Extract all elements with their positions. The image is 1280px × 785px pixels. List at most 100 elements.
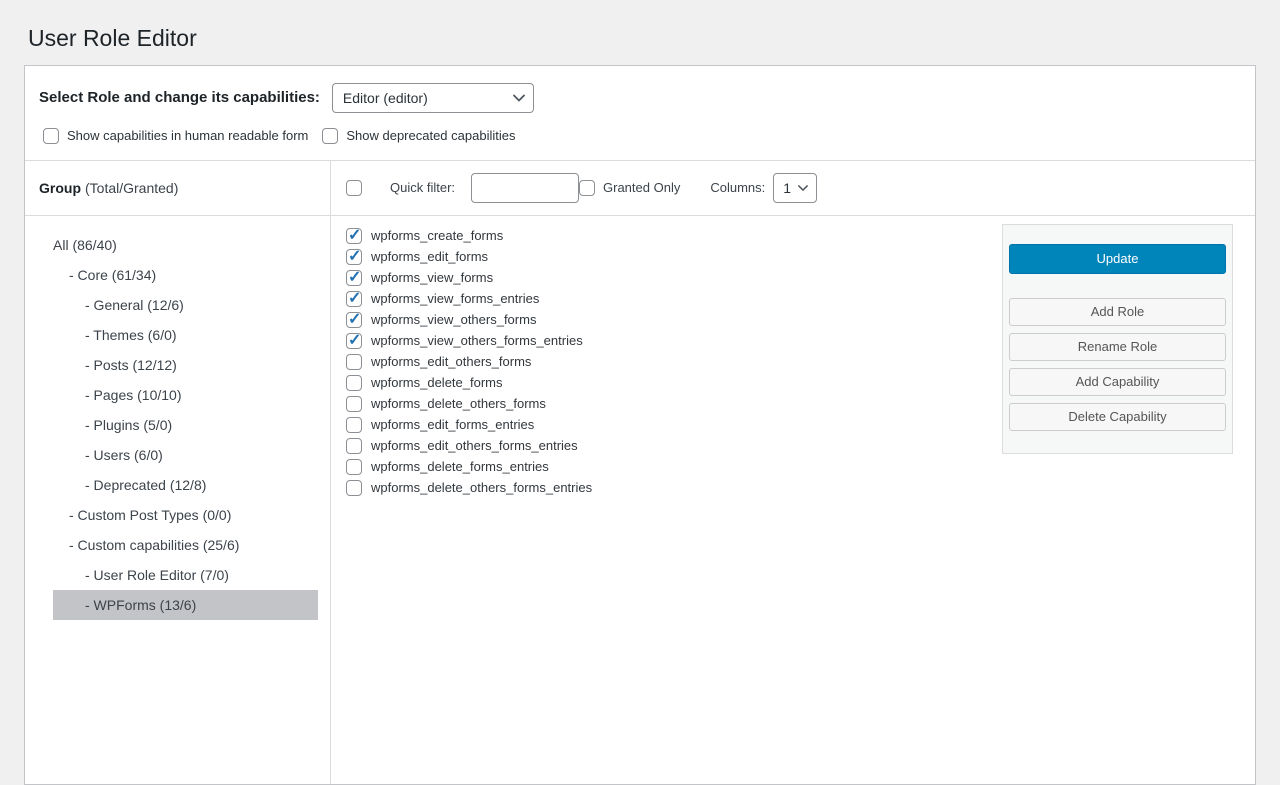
group-tree-item-label: - WPForms (13/6): [85, 597, 196, 613]
rename-role-button[interactable]: Rename Role: [1009, 333, 1226, 361]
capability-label: wpforms_edit_others_forms_entries: [371, 438, 578, 453]
capabilities-column: Quick filter: Granted Only Columns: 1 wp…: [331, 161, 1255, 784]
update-button[interactable]: Update: [1009, 244, 1226, 274]
capability-checkbox[interactable]: [346, 312, 362, 328]
capability-label: wpforms_view_others_forms_entries: [371, 333, 583, 348]
group-tree-item-label: - Deprecated (12/8): [85, 477, 206, 493]
group-tree-item-label: - Posts (12/12): [85, 357, 177, 373]
capability-label: wpforms_delete_forms: [371, 375, 503, 390]
group-tree-item[interactable]: - Themes (6/0): [53, 320, 318, 350]
capability-label: wpforms_edit_forms_entries: [371, 417, 534, 432]
capability-checkbox[interactable]: [346, 375, 362, 391]
actions-panel: Update Add Role Rename Role Add Capabili…: [1002, 224, 1233, 454]
columns-select[interactable]: 1: [773, 173, 817, 203]
group-tree-item-label: - General (12/6): [85, 297, 184, 313]
quick-filter-input[interactable]: [471, 173, 579, 203]
group-column: Group (Total/Granted) All (86/40) - Core…: [25, 161, 331, 784]
capability-row: wpforms_edit_forms_entries: [346, 417, 990, 433]
capability-row: wpforms_edit_others_forms_entries: [346, 438, 990, 454]
capability-checkbox[interactable]: [346, 417, 362, 433]
role-editor-panel: Select Role and change its capabilities:…: [24, 65, 1256, 785]
group-tree-item[interactable]: All (86/40): [53, 230, 318, 260]
capability-row: wpforms_view_forms: [346, 270, 990, 286]
capability-label: wpforms_delete_others_forms: [371, 396, 546, 411]
group-tree-item-label: All (86/40): [53, 237, 117, 253]
group-tree-item[interactable]: - Custom capabilities (25/6): [53, 530, 318, 560]
granted-only-label: Granted Only: [603, 180, 680, 195]
deprecated-checkbox[interactable]: [322, 128, 338, 144]
add-capability-button[interactable]: Add Capability: [1009, 368, 1226, 396]
group-tree-item-label: - Core (61/34): [69, 267, 156, 283]
deprecated-option: Show deprecated capabilities: [322, 128, 515, 144]
quick-filter-label: Quick filter:: [390, 180, 455, 195]
columns-select-wrap: 1: [773, 173, 817, 203]
group-tree-item[interactable]: - Users (6/0): [53, 440, 318, 470]
human-readable-label: Show capabilities in human readable form: [67, 128, 308, 143]
capabilities-content: wpforms_create_forms wpforms_edit_forms …: [331, 216, 1255, 784]
capability-checkbox[interactable]: [346, 354, 362, 370]
capability-label: wpforms_view_others_forms: [371, 312, 536, 327]
capability-label: wpforms_edit_others_forms: [371, 354, 531, 369]
role-select[interactable]: Editor (editor): [332, 83, 534, 113]
group-tree-item[interactable]: - General (12/6): [53, 290, 318, 320]
display-options-row: Show capabilities in human readable form…: [25, 113, 1255, 161]
group-tree-item-label: - Users (6/0): [85, 447, 163, 463]
filter-bar-checkbox[interactable]: [346, 180, 362, 196]
capability-row: wpforms_edit_others_forms: [346, 354, 990, 370]
group-header-title: Group: [39, 180, 81, 196]
group-tree: All (86/40) - Core (61/34) - General (12…: [25, 216, 330, 620]
group-tree-item[interactable]: - Deprecated (12/8): [53, 470, 318, 500]
capability-label: wpforms_view_forms_entries: [371, 291, 539, 306]
human-readable-checkbox[interactable]: [43, 128, 59, 144]
capability-row: wpforms_create_forms: [346, 228, 990, 244]
group-tree-item-label: - User Role Editor (7/0): [85, 567, 229, 583]
role-selector-row: Select Role and change its capabilities:…: [25, 66, 1255, 113]
capability-label: wpforms_delete_others_forms_entries: [371, 480, 592, 495]
capability-checkbox[interactable]: [346, 333, 362, 349]
granted-only-checkbox[interactable]: [579, 180, 595, 196]
group-tree-item[interactable]: - Plugins (5/0): [53, 410, 318, 440]
capability-row: wpforms_view_forms_entries: [346, 291, 990, 307]
capability-checkbox[interactable]: [346, 438, 362, 454]
group-header-suffix: (Total/Granted): [85, 180, 178, 196]
capability-row: wpforms_view_others_forms_entries: [346, 333, 990, 349]
delete-capability-button[interactable]: Delete Capability: [1009, 403, 1226, 431]
page-title: User Role Editor: [0, 0, 1280, 53]
group-tree-item-label: - Custom Post Types (0/0): [69, 507, 231, 523]
capability-row: wpforms_view_others_forms: [346, 312, 990, 328]
human-readable-option: Show capabilities in human readable form: [43, 128, 308, 144]
group-tree-item[interactable]: - WPForms (13/6): [53, 590, 318, 620]
capability-row: wpforms_delete_others_forms: [346, 396, 990, 412]
capability-list: wpforms_create_forms wpforms_edit_forms …: [331, 216, 990, 501]
capability-row: wpforms_delete_forms_entries: [346, 459, 990, 475]
capability-label: wpforms_view_forms: [371, 270, 493, 285]
capability-row: wpforms_delete_others_forms_entries: [346, 480, 990, 496]
group-tree-item[interactable]: - Custom Post Types (0/0): [53, 500, 318, 530]
capability-checkbox[interactable]: [346, 270, 362, 286]
capability-label: wpforms_edit_forms: [371, 249, 488, 264]
group-column-header: Group (Total/Granted): [25, 161, 330, 216]
capability-checkbox[interactable]: [346, 291, 362, 307]
capability-checkbox[interactable]: [346, 459, 362, 475]
group-tree-item-label: - Pages (10/10): [85, 387, 182, 403]
capability-label: wpforms_delete_forms_entries: [371, 459, 549, 474]
columns-label: Columns:: [710, 180, 765, 195]
capability-label: wpforms_create_forms: [371, 228, 503, 243]
group-tree-item-label: - Themes (6/0): [85, 327, 177, 343]
capability-row: wpforms_delete_forms: [346, 375, 990, 391]
add-role-button[interactable]: Add Role: [1009, 298, 1226, 326]
group-tree-item-label: - Plugins (5/0): [85, 417, 172, 433]
capability-row: wpforms_edit_forms: [346, 249, 990, 265]
group-tree-item[interactable]: - User Role Editor (7/0): [53, 560, 318, 590]
capability-checkbox[interactable]: [346, 249, 362, 265]
group-tree-item[interactable]: - Pages (10/10): [53, 380, 318, 410]
deprecated-label: Show deprecated capabilities: [346, 128, 515, 143]
group-tree-item[interactable]: - Core (61/34): [53, 260, 318, 290]
capability-checkbox[interactable]: [346, 396, 362, 412]
capability-checkbox[interactable]: [346, 480, 362, 496]
group-tree-item[interactable]: - Posts (12/12): [53, 350, 318, 380]
capability-checkbox[interactable]: [346, 228, 362, 244]
role-selector-label: Select Role and change its capabilities:: [39, 89, 320, 106]
capabilities-section: Group (Total/Granted) All (86/40) - Core…: [25, 161, 1255, 784]
group-tree-item-label: - Custom capabilities (25/6): [69, 537, 239, 553]
